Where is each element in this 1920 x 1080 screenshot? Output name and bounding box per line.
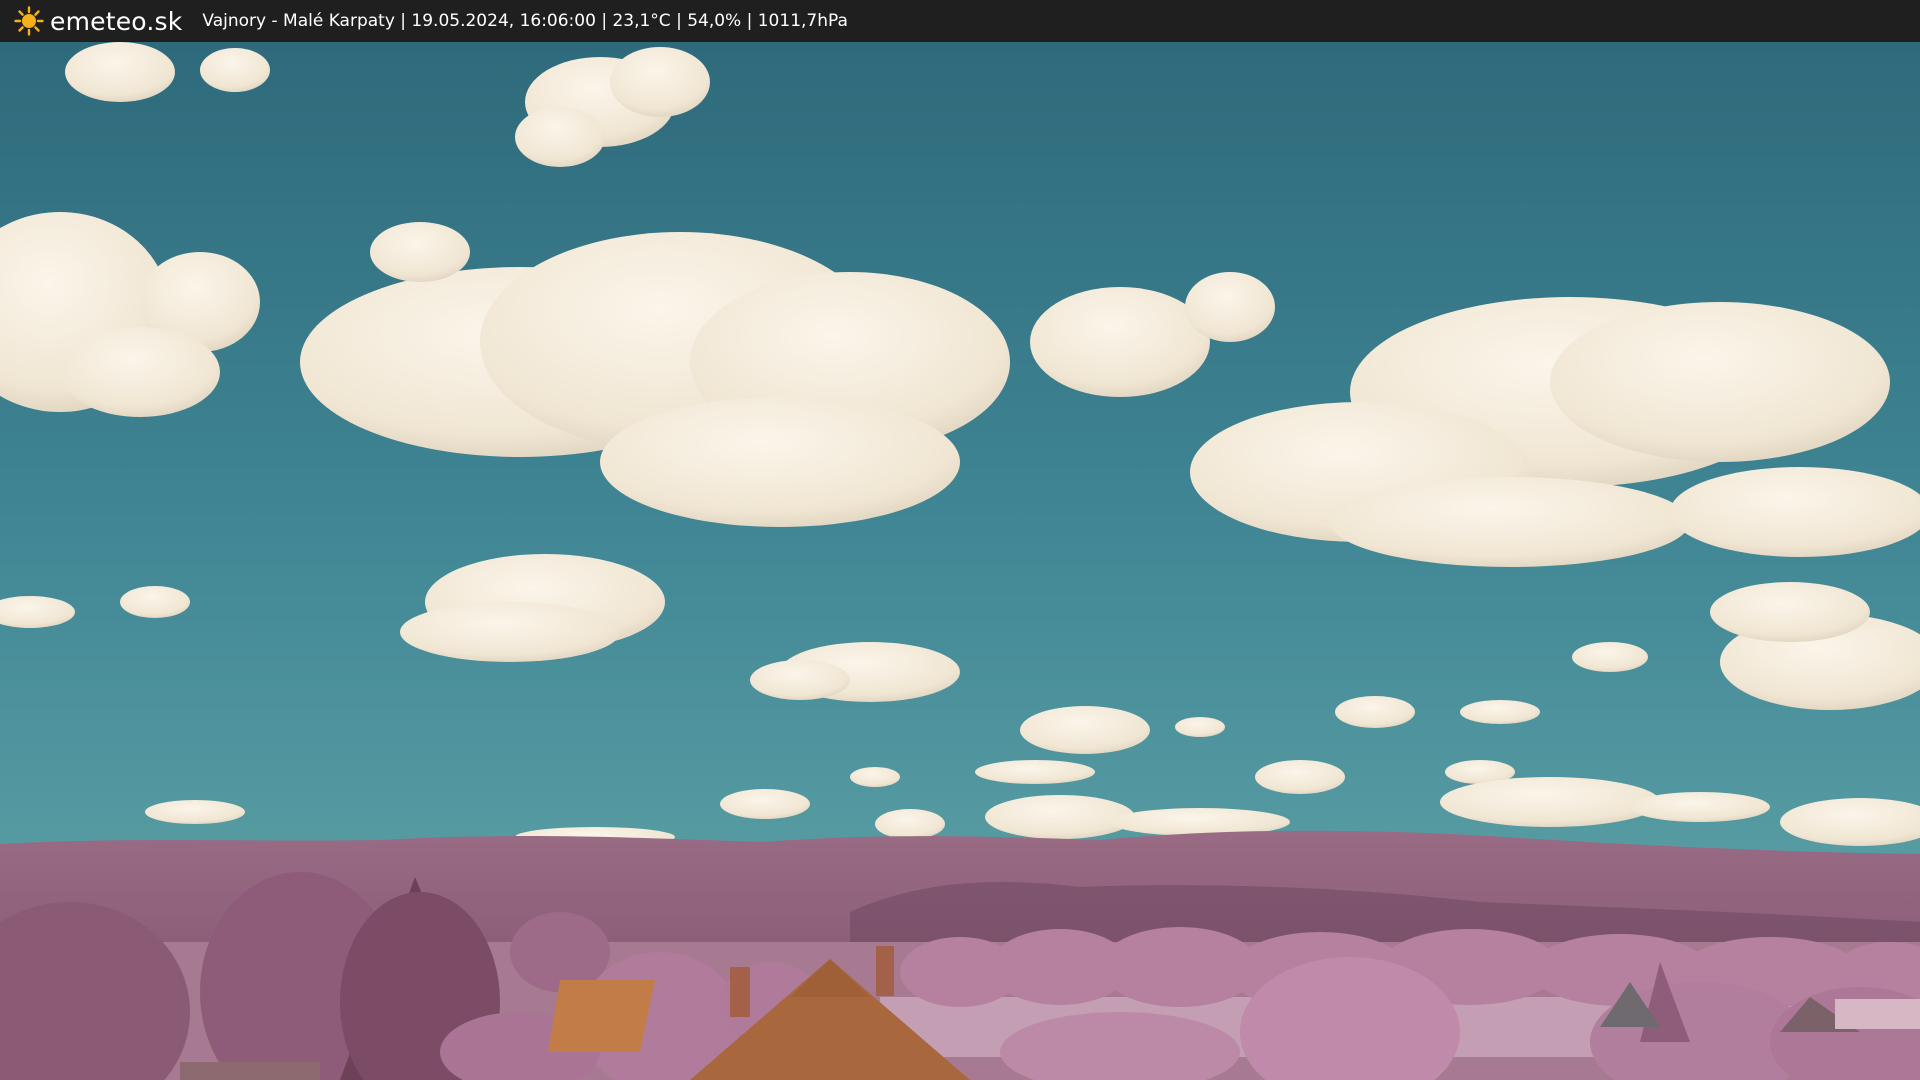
webcam-scene [0,42,1920,1080]
webcam-image [0,42,1920,1080]
sun-icon [14,6,44,36]
header-bar: emeteo.sk Vajnory - Malé Karpaty | 19.05… [0,0,1920,42]
logo[interactable]: emeteo.sk [14,6,182,36]
camera-caption: Vajnory - Malé Karpaty | 19.05.2024, 16:… [202,11,848,31]
brand-name: emeteo.sk [50,6,183,36]
